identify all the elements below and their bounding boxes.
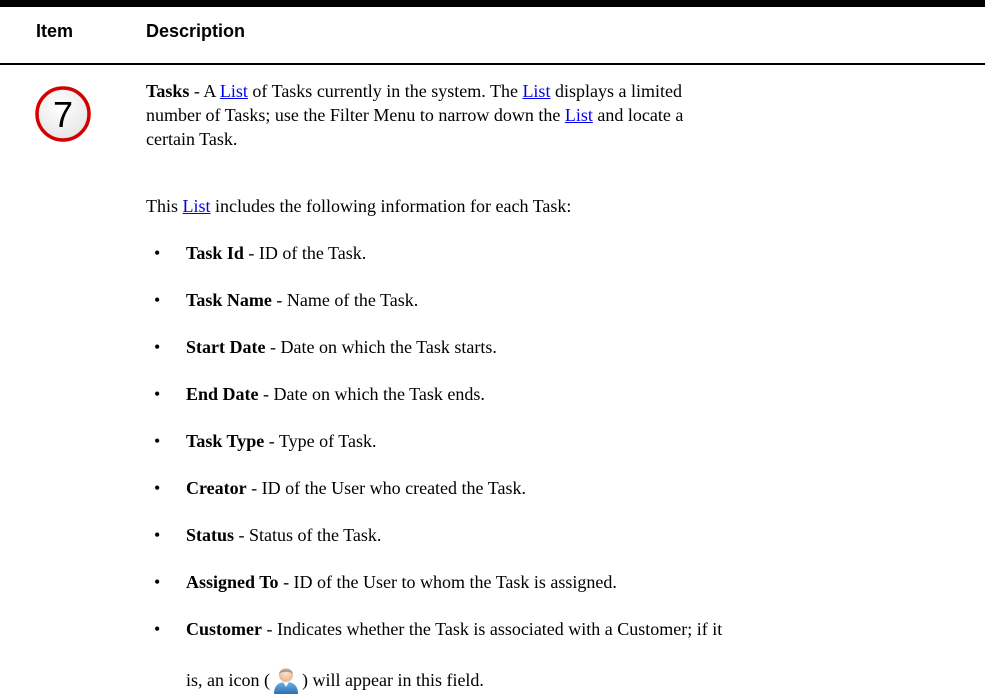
customer-icon-note: is, an icon ( ) will appear in this fiel… <box>186 664 976 694</box>
column-header-item: Item <box>36 21 74 41</box>
list-link[interactable]: List <box>183 196 211 216</box>
column-header-description: Description <box>146 21 246 41</box>
intro-paragraph: Tasks - A List of Tasks currently in the… <box>146 81 684 149</box>
list-link[interactable]: List <box>522 81 550 101</box>
table-top-rule <box>0 0 985 7</box>
lead-paragraph: This List includes the following informa… <box>146 196 572 216</box>
item-number: 7 <box>53 94 73 135</box>
circled-number-icon: 7 <box>35 86 91 142</box>
user-icon <box>273 668 298 694</box>
term-tasks: Tasks <box>146 81 190 101</box>
description-cell: Tasks - A List of Tasks currently in the… <box>146 79 976 694</box>
list-link[interactable]: List <box>220 81 248 101</box>
list-link[interactable]: List <box>565 105 593 125</box>
header-divider <box>0 63 985 65</box>
